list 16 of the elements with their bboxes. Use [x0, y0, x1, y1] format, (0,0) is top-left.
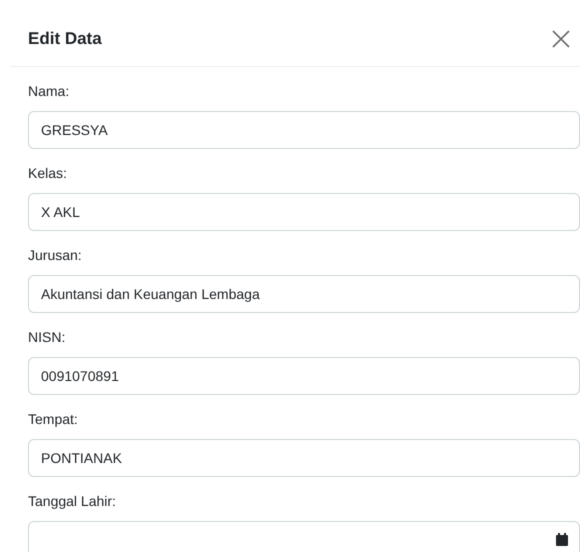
- field-label: Kelas:: [28, 164, 68, 182]
- input-field[interactable]: Akuntansi dan Keuangan Lembaga: [28, 274, 580, 312]
- input-field[interactable]: 0091070891: [28, 356, 580, 394]
- modal-title: Edit Data: [28, 28, 102, 50]
- date-field[interactable]: [28, 520, 580, 552]
- close-button[interactable]: [550, 28, 572, 50]
- input-field[interactable]: GRESSYA: [28, 110, 580, 148]
- close-icon: [552, 30, 570, 48]
- input-field[interactable]: X AKL: [28, 192, 580, 230]
- input-field[interactable]: PONTIANAK: [28, 438, 580, 476]
- field-label: NISN:: [28, 328, 66, 346]
- field-label: Nama:: [28, 82, 70, 100]
- field-label: Tanggal Lahir:: [28, 492, 117, 511]
- calendar-icon: [555, 532, 569, 546]
- field-label: Jurusan:: [28, 246, 83, 264]
- field-label: Tempat:: [28, 410, 79, 429]
